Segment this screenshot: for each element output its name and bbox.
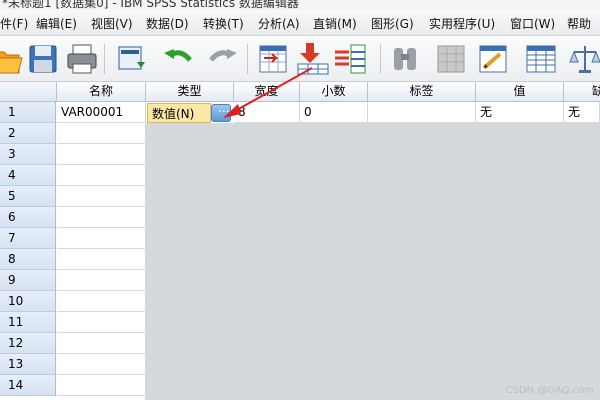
row-header[interactable]: 2 xyxy=(0,123,56,144)
goto-case-icon[interactable] xyxy=(254,40,292,78)
row-header[interactable]: 12 xyxy=(0,333,56,354)
print-icon[interactable] xyxy=(63,40,101,78)
variable-view-grid: 名称 类型 宽度 小数 标签 值 缺 1 2 3 4 5 6 7 8 9 10 … xyxy=(0,82,600,400)
toolbar xyxy=(0,36,600,82)
row-header[interactable]: 5 xyxy=(0,186,56,207)
open-icon[interactable] xyxy=(0,40,24,78)
cell-name[interactable]: VAR00001 xyxy=(57,102,146,123)
grid-line xyxy=(475,123,476,400)
row-header[interactable]: 6 xyxy=(0,207,56,228)
watermark: CSDN @OAQ.com xyxy=(505,385,594,396)
grid-line xyxy=(367,123,368,400)
select-cases-icon[interactable] xyxy=(522,40,560,78)
redo-icon[interactable] xyxy=(203,40,241,78)
row-header[interactable]: 10 xyxy=(0,291,56,312)
grid-line xyxy=(563,123,564,400)
menu-edit[interactable]: 编辑(E) xyxy=(36,15,77,32)
menu-view[interactable]: 视图(V) xyxy=(91,15,133,32)
split-file-icon[interactable] xyxy=(432,40,470,78)
find-icon[interactable] xyxy=(386,40,424,78)
save-icon[interactable] xyxy=(24,40,62,78)
menu-direct-marketing[interactable]: 直销(M) xyxy=(313,15,357,32)
weight-cases-icon[interactable] xyxy=(474,40,512,78)
column-header-decimals[interactable]: 小数 xyxy=(300,82,368,102)
cell-type[interactable]: 数值(N) xyxy=(147,103,211,123)
type-dropdown-button[interactable]: ... xyxy=(211,101,231,122)
row-header[interactable]: 9 xyxy=(0,270,56,291)
row-header[interactable]: 8 xyxy=(0,249,56,270)
corner-cell xyxy=(0,82,57,102)
grid-line xyxy=(233,123,234,400)
empty-grid-area[interactable] xyxy=(57,123,600,400)
menu-help[interactable]: 帮助 xyxy=(567,15,591,32)
column-header-width[interactable]: 宽度 xyxy=(234,82,300,102)
toolbar-separator xyxy=(247,44,248,74)
ellipsis-icon: ... xyxy=(218,101,230,115)
cell-decimals[interactable]: 0 xyxy=(300,102,368,123)
menu-window[interactable]: 窗口(W) xyxy=(510,15,555,32)
window-title-bar: *未标题1 [数据集0] - IBM SPSS Statistics 数据编辑器 xyxy=(0,0,600,10)
row-header[interactable]: 13 xyxy=(0,354,56,375)
cell-width[interactable]: 8 xyxy=(234,102,300,123)
column-header-label[interactable]: 标签 xyxy=(368,82,476,102)
window-title: *未标题1 [数据集0] - IBM SPSS Statistics 数据编辑器 xyxy=(2,0,299,10)
row-header[interactable]: 3 xyxy=(0,144,56,165)
column-header-type[interactable]: 类型 xyxy=(146,82,234,102)
row-header[interactable]: 4 xyxy=(0,165,56,186)
recall-dialog-icon[interactable] xyxy=(113,40,151,78)
row-header[interactable]: 1 xyxy=(0,102,56,123)
toolbar-separator xyxy=(104,44,105,74)
grid-line xyxy=(299,123,300,400)
insert-variable-icon[interactable] xyxy=(333,40,371,78)
grid-line xyxy=(145,123,146,400)
undo-icon[interactable] xyxy=(160,40,198,78)
row-header[interactable]: 11 xyxy=(0,312,56,333)
row-header[interactable]: 14 xyxy=(0,375,56,396)
menu-utilities[interactable]: 实用程序(U) xyxy=(429,15,495,32)
scale-icon[interactable] xyxy=(566,40,600,78)
row-header[interactable]: 7 xyxy=(0,228,56,249)
cell-values[interactable]: 无 xyxy=(476,102,564,123)
menu-analyze[interactable]: 分析(A) xyxy=(258,15,300,32)
menu-data[interactable]: 数据(D) xyxy=(146,15,189,32)
insert-case-icon[interactable] xyxy=(294,40,332,78)
menu-transform[interactable]: 转换(T) xyxy=(203,15,244,32)
cell-missing[interactable]: 无 xyxy=(564,102,600,123)
menu-bar: 件(F) 编辑(E) 视图(V) 数据(D) 转换(T) 分析(A) 直销(M)… xyxy=(0,10,600,36)
cell-label[interactable] xyxy=(368,102,476,123)
menu-graphs[interactable]: 图形(G) xyxy=(371,15,414,32)
menu-file[interactable]: 件(F) xyxy=(0,15,28,32)
column-header-values[interactable]: 值 xyxy=(476,82,564,102)
column-header-missing[interactable]: 缺 xyxy=(564,82,600,102)
toolbar-separator xyxy=(380,44,381,74)
column-header-name[interactable]: 名称 xyxy=(57,82,146,102)
